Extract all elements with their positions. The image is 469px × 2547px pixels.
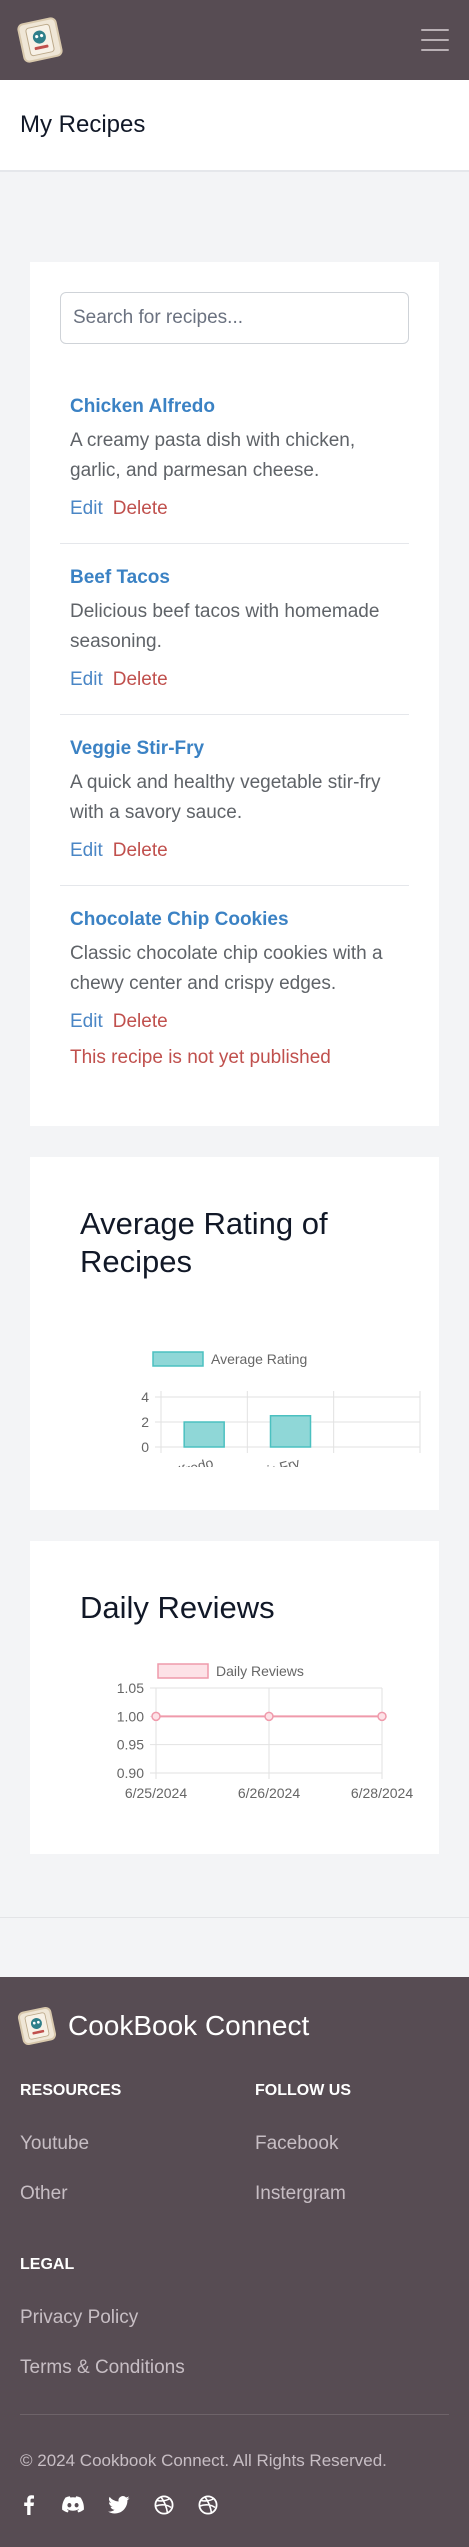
- footer-brand[interactable]: CookBook Connect: [16, 2005, 310, 2047]
- resources-heading: RESOURCES: [20, 2082, 122, 2099]
- chart-title: Daily Reviews: [80, 1590, 275, 1625]
- legend-label: Average Rating: [211, 1351, 307, 1367]
- facebook-icon[interactable]: [20, 2495, 38, 2515]
- footer-link-youtube[interactable]: Youtube: [20, 2133, 89, 2155]
- recipe-item: Veggie Stir-Fry A quick and healthy vege…: [60, 738, 409, 862]
- logo-icon: [16, 2005, 58, 2047]
- recipes-card: Chicken Alfredo A creamy pasta dish with…: [30, 262, 439, 1126]
- recipe-description: Classic chocolate chip cookies with a ch…: [70, 943, 383, 994]
- follow-us-heading: FOLLOW US: [255, 2082, 351, 2099]
- bar-chart: Average Rating 4 2 0Chicken AlfredoVeggie …: [116, 1351, 421, 1467]
- recipe-title-link[interactable]: Beef Tacos: [70, 567, 409, 589]
- x-tick-label: Chicken Alfredo: [116, 1454, 215, 1467]
- discord-icon[interactable]: [62, 2496, 84, 2514]
- y-tick-label: 2: [141, 1414, 149, 1430]
- data-point: [377, 1711, 387, 1722]
- search-input[interactable]: [60, 292, 409, 344]
- delete-button[interactable]: Delete: [113, 1011, 168, 1032]
- top-navbar: [0, 0, 469, 80]
- data-point: [151, 1711, 161, 1722]
- y-tick-label: 4: [141, 1389, 149, 1405]
- footer-brand-name: CookBook Connect: [68, 2010, 310, 2041]
- delete-button[interactable]: Delete: [113, 498, 168, 519]
- unpublished-notice: This recipe is not yet published: [70, 1047, 331, 1068]
- y-tick-label: 1.05: [117, 1680, 144, 1696]
- footer: CookBook Connect RESOURCES Youtube Other…: [0, 1977, 469, 2547]
- delete-button[interactable]: Delete: [113, 669, 168, 690]
- x-tick-label: 6/25/2024: [125, 1785, 187, 1801]
- edit-button[interactable]: Edit: [70, 669, 103, 690]
- footer-divider: [20, 2414, 449, 2415]
- social-links: [20, 2495, 218, 2515]
- dribbble-icon[interactable]: [154, 2495, 174, 2515]
- delete-button[interactable]: Delete: [113, 840, 168, 861]
- twitter-icon[interactable]: [108, 2496, 130, 2514]
- edit-button[interactable]: Edit: [70, 1011, 103, 1032]
- data-point: [264, 1711, 274, 1722]
- hamburger-menu-icon[interactable]: [421, 29, 449, 51]
- recipe-description: Delicious beef tacos with homemade seaso…: [70, 601, 380, 652]
- page-header: My Recipes: [0, 80, 469, 172]
- x-tick-label: Veggie Stir-Fry: [208, 1454, 302, 1467]
- y-tick-label: 0: [141, 1439, 149, 1455]
- divider: [60, 543, 409, 544]
- x-tick-label: 6/26/2024: [238, 1785, 300, 1801]
- bar: [269, 1415, 312, 1448]
- reviews-chart-card: Daily Reviews Daily Reviews 1.05 1.00 0.95…: [30, 1541, 439, 1854]
- recipe-title-link[interactable]: Chicken Alfredo: [70, 396, 409, 418]
- footer-link-other[interactable]: Other: [20, 2183, 68, 2205]
- recipe-item: Chocolate Chip Cookies Classic chocolate…: [60, 909, 409, 1069]
- recipe-description: A quick and healthy vegetable stir-fry w…: [70, 772, 381, 823]
- x-tick-label: 6/28/2024: [351, 1785, 413, 1801]
- recipe-item: Beef Tacos Delicious beef tacos with hom…: [60, 567, 409, 691]
- legend-swatch: [152, 1351, 204, 1367]
- y-tick-label: 0.95: [117, 1737, 144, 1753]
- legend-swatch: [157, 1663, 209, 1679]
- recipe-item: Chicken Alfredo A creamy pasta dish with…: [60, 396, 409, 520]
- recipe-title-link[interactable]: Veggie Stir-Fry: [70, 738, 409, 760]
- divider: [60, 885, 409, 886]
- footer-link-instagram[interactable]: Instergram: [255, 2183, 346, 2205]
- line-chart: Daily Reviews 1.05 1.00 0.95 0.90 6/25/2024 6…: [117, 1663, 414, 1801]
- legend-label: Daily Reviews: [216, 1663, 304, 1679]
- legal-heading: LEGAL: [20, 2256, 75, 2273]
- edit-button[interactable]: Edit: [70, 840, 103, 861]
- dribbble-icon[interactable]: [198, 2495, 218, 2515]
- footer-link-terms[interactable]: Terms & Conditions: [20, 2357, 185, 2379]
- footer-link-facebook[interactable]: Facebook: [255, 2133, 338, 2155]
- chart-title: Average Rating of Recipes: [80, 1206, 328, 1279]
- footer-link-privacy-policy[interactable]: Privacy Policy: [20, 2307, 138, 2329]
- page-title: My Recipes: [20, 111, 146, 138]
- edit-button[interactable]: Edit: [70, 498, 103, 519]
- y-tick-label: 1.00: [117, 1708, 144, 1724]
- rating-chart-card: Average Rating of Recipes Average Rating…: [30, 1157, 439, 1510]
- copyright-text: © 2024 Cookbook Connect. All Rights Rese…: [20, 2451, 387, 2470]
- recipe-description: A creamy pasta dish with chicken, garlic…: [70, 430, 356, 481]
- divider: [60, 714, 409, 715]
- recipe-title-link[interactable]: Chocolate Chip Cookies: [70, 909, 409, 931]
- footer-spacer: [0, 1917, 469, 1977]
- logo-icon[interactable]: [16, 16, 64, 64]
- y-tick-label: 0.90: [117, 1765, 144, 1781]
- bar: [183, 1421, 225, 1448]
